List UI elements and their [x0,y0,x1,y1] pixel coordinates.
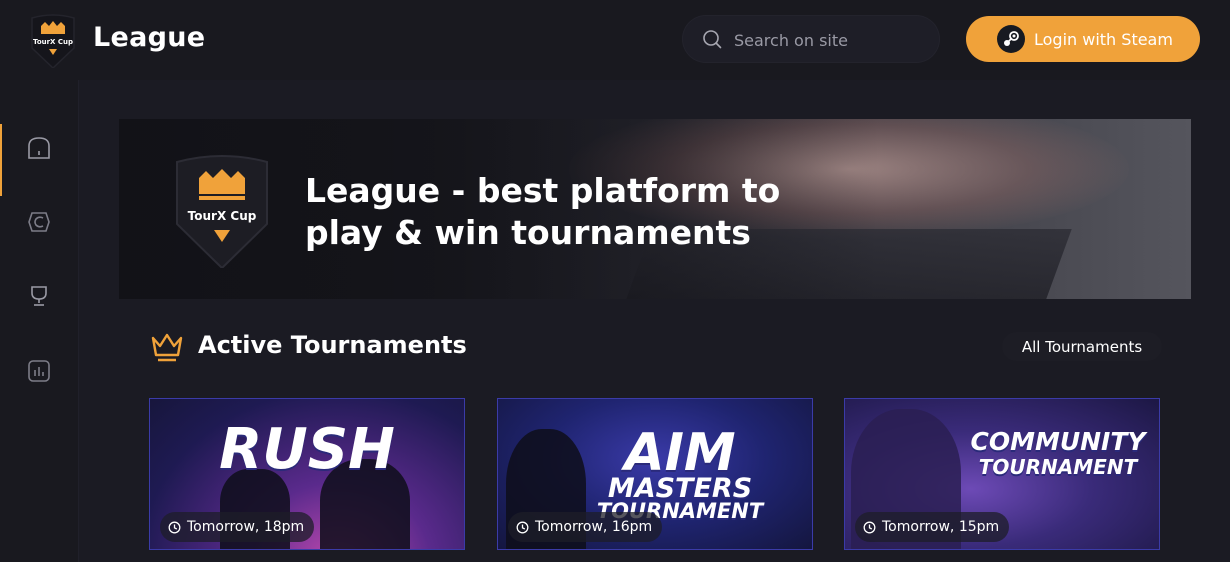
sidebar-item-home[interactable] [0,122,78,196]
stats-icon [28,360,50,382]
tournament-subtitle: TOURNAMENT [978,455,1138,479]
hero-logo: TourX Cup [173,150,271,270]
search-input[interactable] [732,25,926,55]
clock-icon [516,521,529,533]
tourx-logo[interactable]: TourX Cup [28,12,78,70]
top-header: TourX Cup League Login with Steam [0,0,1230,80]
tournament-title: COMMUNITY [970,427,1146,456]
search-icon [703,30,722,49]
hero-title: League - best platform to play & win tou… [305,171,781,252]
brand-title[interactable]: League [93,22,205,53]
clock-icon [168,521,181,533]
tournament-time: Tomorrow, 18pm [160,512,315,542]
all-tournaments-button[interactable]: All Tournaments [1002,332,1162,361]
section-title: Active Tournaments [198,331,467,359]
crown-icon [150,329,184,367]
game-icon [28,212,50,232]
tournament-card[interactable]: AIM MASTERS TOURNAMENT Tomorrow, 16pm [497,398,813,550]
sidebar-item-stats[interactable] [0,345,78,397]
tournament-time: Tomorrow, 15pm [855,512,1010,542]
steam-icon [997,25,1025,53]
time-label: Tomorrow, 18pm [187,519,305,535]
tournament-title: RUSH [219,417,395,482]
clock-icon [863,521,876,533]
site-search[interactable] [682,15,940,63]
sidebar-item-games[interactable] [0,196,78,248]
tournament-time: Tomorrow, 16pm [508,512,663,542]
time-label: Tomorrow, 16pm [535,519,653,535]
tournament-card[interactable]: RUSH Tomorrow, 18pm [149,398,465,550]
svg-text:TourX Cup: TourX Cup [33,38,73,46]
tournament-card[interactable]: COMMUNITY TOURNAMENT Tomorrow, 15pm [844,398,1160,550]
login-steam-button[interactable]: Login with Steam [966,16,1200,62]
home-icon [28,137,50,159]
trophy-icon [31,286,47,306]
svg-text:TourX Cup: TourX Cup [188,209,257,223]
sidebar-item-tournaments[interactable] [0,270,78,322]
time-label: Tomorrow, 15pm [882,519,1000,535]
login-label: Login with Steam [1034,29,1173,49]
sidebar [0,80,79,562]
